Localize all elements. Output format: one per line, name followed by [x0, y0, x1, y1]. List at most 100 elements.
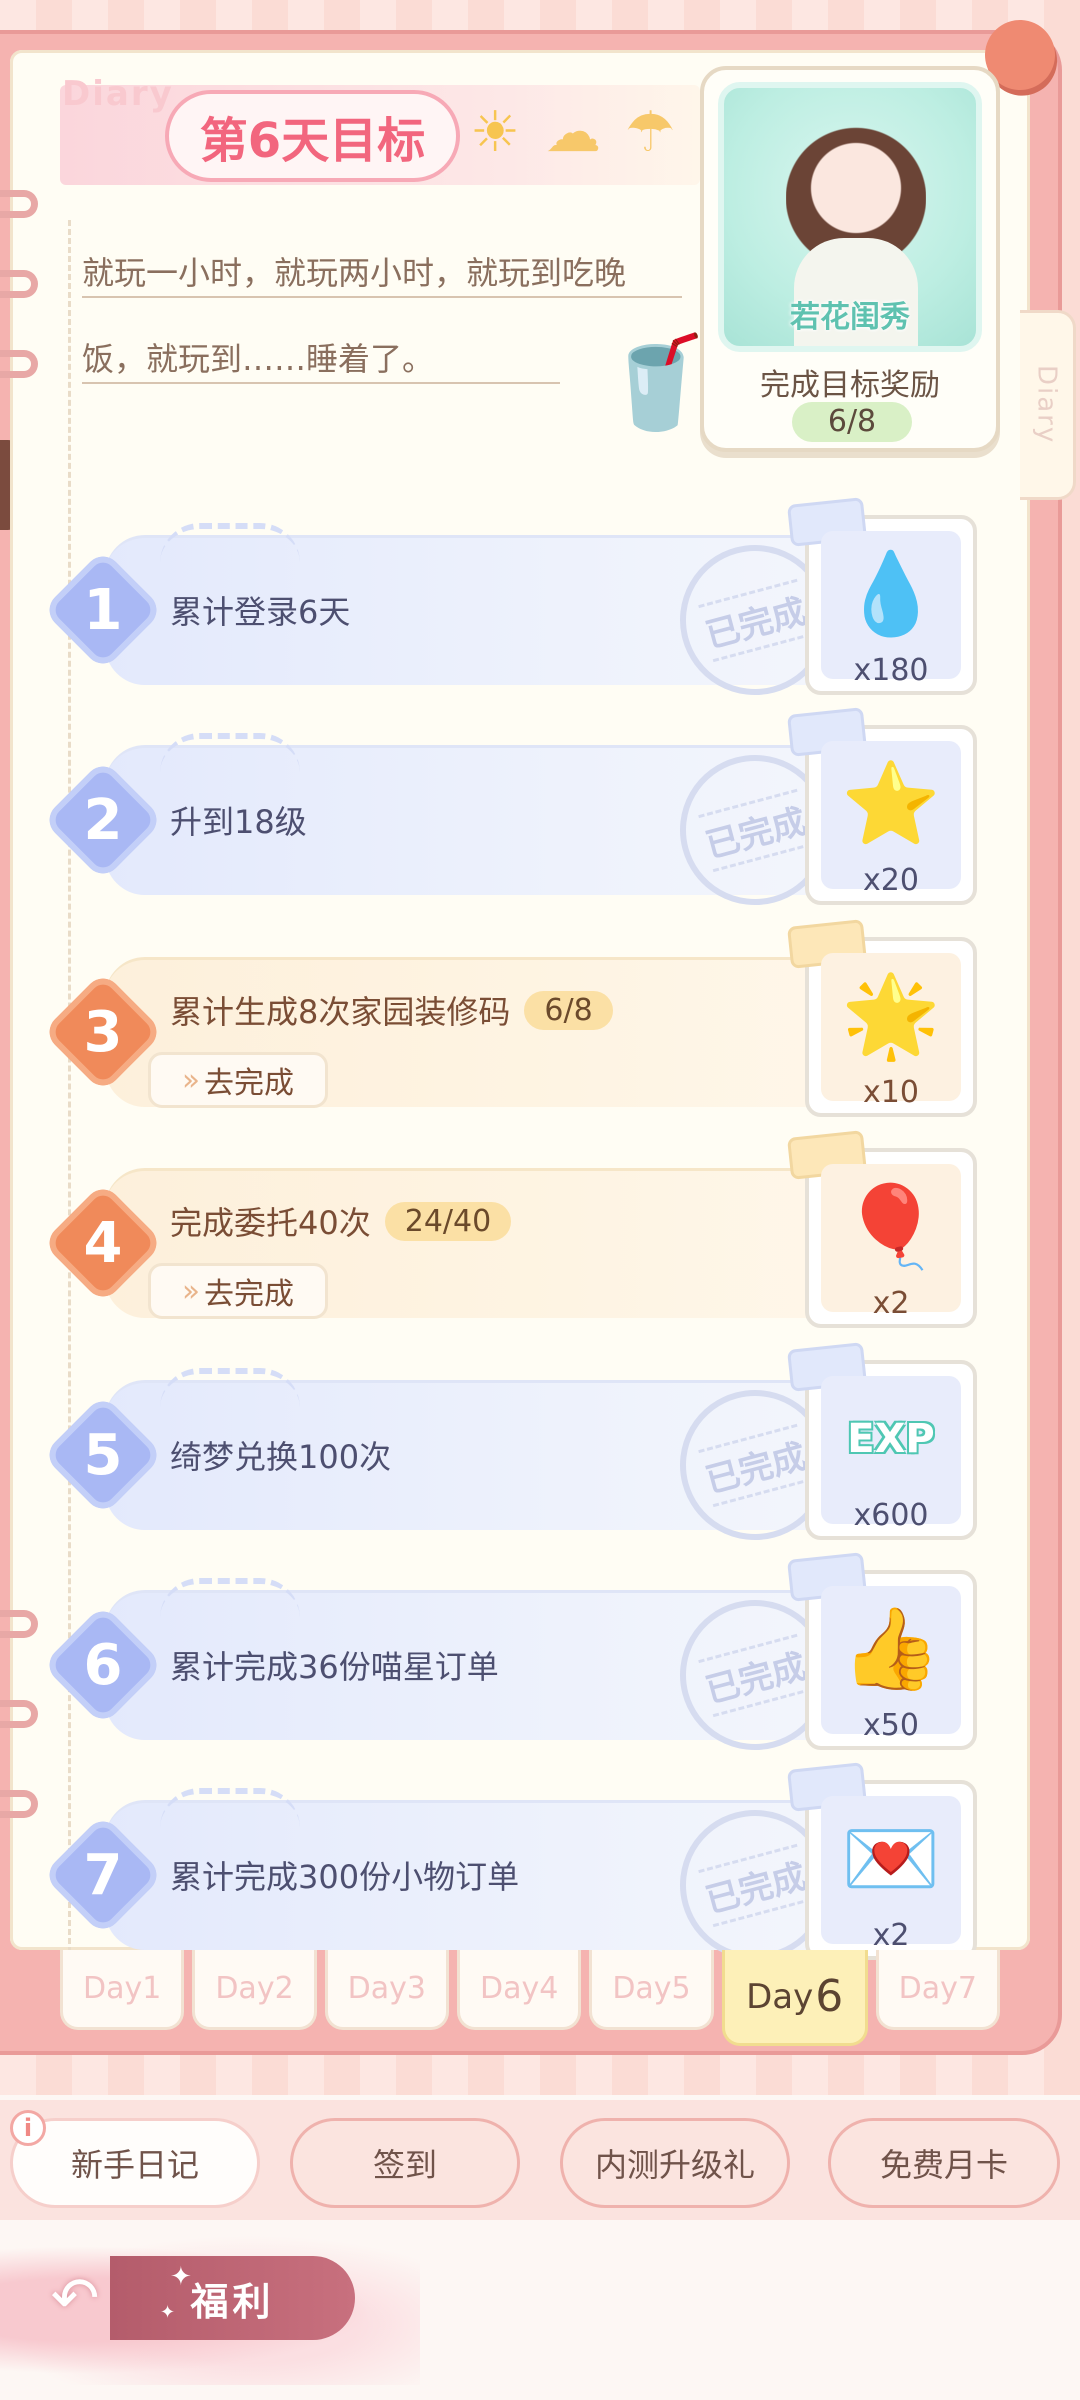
welfare-button[interactable]: 福利: [110, 2256, 355, 2340]
day-tab-label: Day3: [347, 1971, 426, 2006]
task-number: 3: [83, 999, 123, 1065]
completed-label: 已完成: [698, 1633, 812, 1717]
reward-box-inner: 💧 x180: [821, 531, 961, 688]
task-reward[interactable]: 🌟 x10: [787, 919, 977, 1117]
avatar-name: 若花闺秀: [790, 300, 910, 335]
completed-label: 已完成: [698, 1843, 812, 1927]
binder-ring: [0, 1610, 38, 1638]
task-reward[interactable]: 🎈 x2: [787, 1130, 977, 1328]
water-drop-icon: 💧: [841, 547, 941, 640]
task-title-row: 累计完成300份小物订单: [170, 1852, 519, 1898]
binder-ring: [0, 350, 38, 378]
reward-progress: 6/8: [792, 402, 912, 442]
binder-ring: [0, 1700, 38, 1728]
double-chevron-icon: ››: [182, 1062, 200, 1098]
sparkle-icon: ✦: [160, 2302, 176, 2323]
back-arrow-icon[interactable]: ↶: [40, 2266, 110, 2330]
go-complete-button[interactable]: ›› 去完成: [148, 1263, 328, 1319]
description-line-1: 就玩一小时，就玩两小时，就玩到吃晚: [82, 254, 627, 292]
go-complete-label: 去完成: [204, 1277, 294, 1312]
task-number: 7: [83, 1842, 123, 1908]
cloud-icon: ☁: [545, 100, 601, 165]
task-title: 累计生成8次家园装修码: [170, 993, 511, 1031]
day-tab-1[interactable]: Day1: [60, 1950, 185, 2030]
task-number: 2: [83, 787, 123, 853]
exp-badge-icon: EXP: [847, 1416, 935, 1462]
day-tab-7[interactable]: Day7: [875, 1950, 1000, 2030]
task-title: 升到18级: [170, 803, 307, 841]
swoosh-decoration: [160, 523, 300, 563]
day-tab-label: Day7: [898, 1971, 977, 2006]
task-reward[interactable]: EXP x600: [787, 1342, 977, 1540]
go-complete-button[interactable]: ›› 去完成: [148, 1052, 328, 1108]
task-title-row: 绮梦兑换100次: [170, 1432, 391, 1478]
reward-box-inner: 👍 x50: [821, 1586, 961, 1743]
reward-box-inner: 🎈 x2: [821, 1164, 961, 1321]
like-envelope-icon: 💌: [841, 1812, 941, 1905]
task-number: 4: [83, 1210, 123, 1276]
task-title-row: 累计登录6天: [170, 587, 350, 633]
reward-label: 完成目标奖励: [760, 368, 940, 403]
task-reward[interactable]: 💧 x180: [787, 497, 977, 695]
task-reward[interactable]: 👍 x50: [787, 1552, 977, 1750]
go-complete-label: 去完成: [204, 1066, 294, 1101]
task-row-4: 4 完成委托40次 24/40 ›› 去完成 🎈 x2: [42, 1130, 980, 1328]
nav-beta-upgrade-gift[interactable]: 内测升级礼: [560, 2118, 790, 2208]
task-number: 1: [83, 577, 123, 643]
completed-label: 已完成: [698, 1423, 812, 1507]
info-icon[interactable]: i: [10, 2110, 46, 2146]
binder-ring: [0, 270, 38, 298]
ruled-line: [82, 382, 560, 384]
task-number: 6: [83, 1632, 123, 1698]
reward-box-inner: 🌟 x10: [821, 953, 961, 1110]
diary-word: Diary: [62, 74, 174, 114]
binder-ring: [0, 1790, 38, 1818]
side-diary-tab-label: Diary: [1031, 365, 1062, 445]
task-row-7: 7 累计完成300份小物订单 已完成 💌 x2: [42, 1762, 980, 1977]
task-progress: 24/40: [384, 1201, 512, 1241]
task-number: 5: [83, 1422, 123, 1488]
swoosh-decoration: [160, 733, 300, 773]
nav-free-monthly-card[interactable]: 免费月卡: [828, 2118, 1060, 2208]
task-title-row: 完成委托40次 24/40: [170, 1198, 512, 1244]
reward-quantity: x2: [872, 1286, 910, 1321]
day-tab-3[interactable]: Day3: [324, 1950, 449, 2030]
goal-reward-card[interactable]: 若花闺秀 完成目标奖励 6/8: [700, 66, 1000, 452]
day-tab-label: Day2: [215, 1971, 294, 2006]
swoosh-decoration: [160, 1788, 300, 1828]
reward-box-inner: EXP x600: [821, 1376, 961, 1533]
reward-quantity: x600: [853, 1498, 929, 1533]
task-title-row: 累计完成36份喵星订单: [170, 1642, 499, 1688]
task-row-3: 3 累计生成8次家园装修码 6/8 ›› 去完成 🌟 x10: [42, 919, 980, 1117]
swoosh-decoration: [160, 1578, 300, 1618]
side-diary-tab[interactable]: Diary: [1020, 310, 1076, 500]
day-tab-6[interactable]: Day 6: [721, 1950, 868, 2046]
thumbs-up-card-icon: 👍: [841, 1602, 941, 1695]
pink-star-icon: ⭐: [841, 757, 941, 850]
binder-ring: [0, 190, 38, 218]
sparkle-icon: ✦: [170, 2262, 192, 2292]
swoosh-decoration: [160, 1368, 300, 1408]
task-title: 累计完成300份小物订单: [170, 1858, 520, 1896]
page-title: 第6天目标: [165, 90, 460, 182]
task-reward[interactable]: 💌 x2: [787, 1762, 977, 1960]
task-title: 完成委托40次: [170, 1204, 371, 1242]
hot-air-balloon-icon: 🎈: [841, 1180, 941, 1273]
outfit-avatar[interactable]: 若花闺秀: [718, 82, 982, 352]
task-reward[interactable]: ⭐ x20: [787, 707, 977, 905]
day-tab-2[interactable]: Day2: [192, 1950, 317, 2030]
day-tab-4[interactable]: Day4: [456, 1950, 582, 2030]
day-tab-5[interactable]: Day5: [589, 1950, 714, 2030]
reward-quantity: x2: [872, 1918, 910, 1953]
completed-label: 已完成: [698, 578, 812, 662]
task-title: 累计完成36份喵星订单: [170, 1648, 499, 1686]
nav-sign-in[interactable]: 签到: [290, 2118, 520, 2208]
nav-newbie-diary[interactable]: 新手日记: [10, 2118, 260, 2208]
day-tabs: Day1 Day2 Day3 Day4 Day5 Day 6 Day7: [60, 1950, 1000, 2046]
reward-quantity: x10: [863, 1075, 919, 1110]
task-row-1: 1 累计登录6天 已完成 💧 x180: [42, 497, 980, 712]
day-tab-label: Day1: [83, 1971, 162, 2006]
day-tab-label: Day5: [612, 1971, 691, 2006]
reward-quantity: x180: [853, 653, 929, 688]
day-tab-label: Day: [746, 1976, 814, 2017]
